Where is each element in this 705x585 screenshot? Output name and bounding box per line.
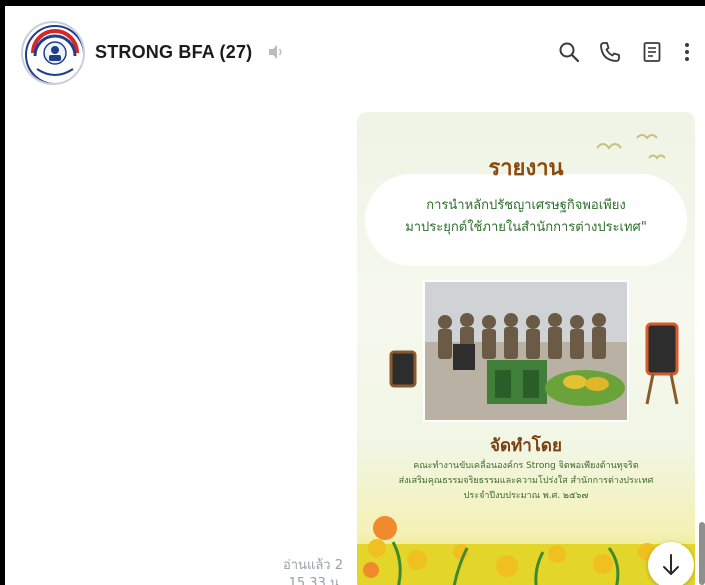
org-line-1: คณะทำงานขับเคลื่อนองค์กร Strong จิตพอเพี…: [413, 461, 639, 471]
message-time: 15.33 น.: [288, 576, 343, 585]
search-icon[interactable]: [557, 40, 581, 64]
group-photo: [423, 280, 629, 422]
message-area[interactable]: รายงาน การนำหลักปรัชญาเศรษฐกิจพอเพียง มา…: [5, 92, 705, 585]
chalkboard-decoration-icon: [645, 322, 679, 405]
org-heading: จัดทำโดย: [490, 436, 562, 456]
group-photo-illustration: [425, 282, 627, 420]
chat-header: STRONG BFA (27): [5, 6, 705, 92]
scrollbar-thumb[interactable]: [699, 522, 705, 585]
arrow-down-icon: [663, 554, 679, 575]
chat-title: STRONG BFA (27): [95, 42, 253, 62]
speaker-muted-icon: [269, 45, 282, 59]
org-line-2: ส่งเสริมคุณธรรมจริยธรรมและความโปร่งใส สำ…: [398, 476, 654, 486]
scroll-to-bottom-button[interactable]: [648, 542, 694, 585]
image-message[interactable]: รายงาน การนำหลักปรัชญาเศรษฐกิจพอเพียง มา…: [357, 112, 695, 585]
poster-subtitle-line1: การนำหลักปรัชญาเศรษฐกิจพอเพียง: [426, 198, 626, 213]
flower-field-decoration-icon: [357, 516, 695, 585]
group-avatar[interactable]: [21, 21, 85, 85]
seal-icon: [25, 25, 83, 83]
more-vertical-icon[interactable]: [675, 40, 699, 64]
notes-icon[interactable]: [640, 40, 664, 64]
poster-subtitle-line2: มาประยุกต์ใช้ภายในสำนักการต่างประเทศ": [405, 220, 647, 235]
phone-icon[interactable]: [598, 40, 622, 64]
chalkboard-left-decoration-icon: [389, 350, 417, 388]
chat-window: STRONG BFA (27) รายงาน การนำหลักปรัชญาเศ…: [5, 6, 705, 585]
poster-heading: รายงาน: [488, 156, 564, 181]
org-line-3: ประจำปีงบประมาณ พ.ศ. ๒๕๖๗: [463, 491, 589, 501]
